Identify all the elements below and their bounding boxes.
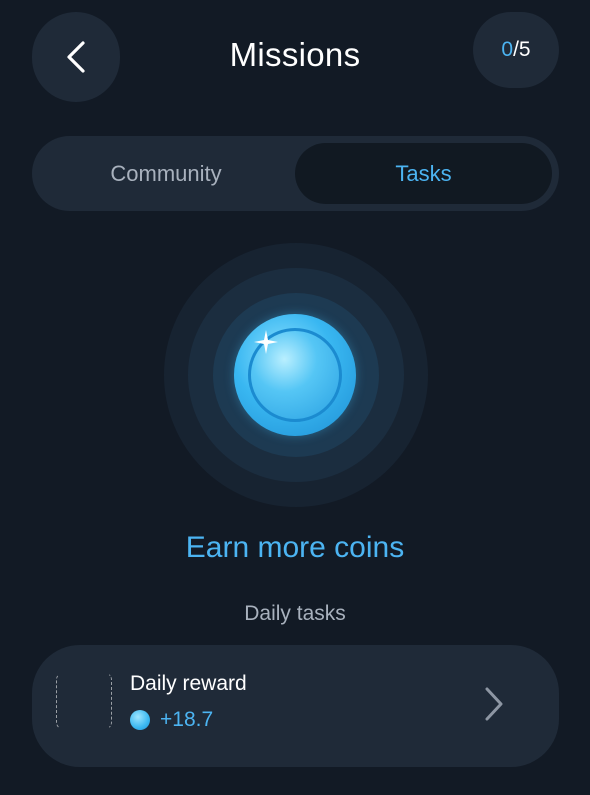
task-reward: +18.7 (130, 708, 213, 732)
hero-headline: Earn more coins (185, 531, 405, 564)
section-label-daily-tasks: Daily tasks (244, 602, 346, 625)
task-image-placeholder (56, 672, 112, 730)
task-reward-amount: +18.7 (160, 708, 214, 731)
sparkle-icon (254, 330, 278, 354)
progress-total-count: 5 (518, 38, 531, 61)
mission-progress-badge: 0 / 5 (473, 12, 559, 88)
coin-icon (234, 314, 356, 436)
tab-community[interactable]: Community (32, 136, 300, 211)
tab-tasks[interactable]: Tasks (295, 143, 552, 204)
coin-icon (130, 710, 150, 730)
task-title: Daily reward (130, 672, 247, 695)
coin-illustration (164, 243, 428, 507)
progress-done-count: 0 (501, 38, 514, 61)
mission-tabs: Community Tasks (32, 136, 559, 211)
chevron-right-icon (482, 685, 506, 728)
task-card-daily-reward[interactable]: Daily reward +18.7 (32, 645, 559, 767)
